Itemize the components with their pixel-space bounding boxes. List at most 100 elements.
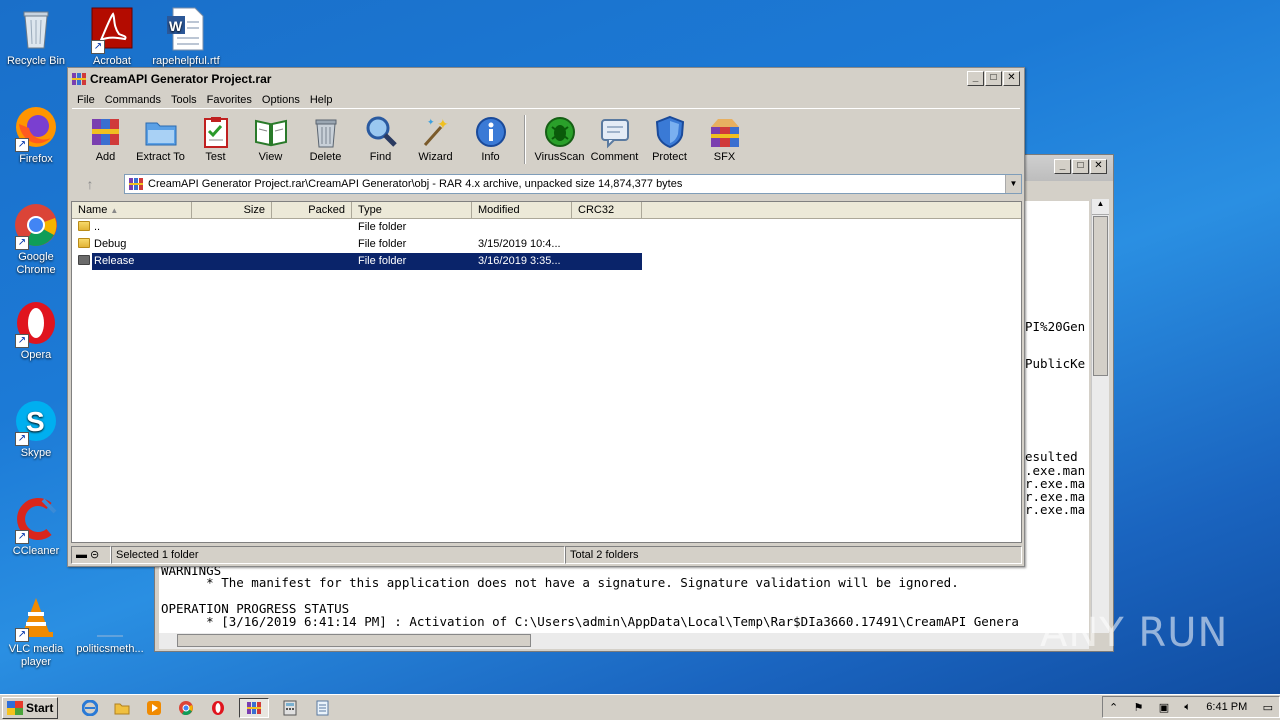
maximize-button[interactable]: □	[1072, 159, 1089, 174]
notepad-icon[interactable]	[311, 698, 333, 718]
horizontal-scroll-thumb[interactable]	[177, 634, 531, 647]
menu-commands[interactable]: Commands	[100, 94, 166, 106]
close-button[interactable]: ✕	[1090, 159, 1107, 174]
chrome-taskbar-icon[interactable]	[175, 698, 197, 718]
acrobat-icon: ↗	[89, 6, 135, 54]
calculator-icon[interactable]	[279, 698, 301, 718]
explorer-folder-icon[interactable]	[111, 698, 133, 718]
virusscan-button[interactable]: VirusScan	[532, 109, 587, 167]
desktop-icon-politicsmeth[interactable]: politicsmeth...	[74, 594, 146, 656]
magic-wand-icon: ✦ ✦	[419, 115, 453, 149]
volume-icon[interactable]: 🔈︎	[1184, 701, 1191, 714]
add-button[interactable]: Add	[78, 109, 133, 167]
network-icon[interactable]: ▣	[1159, 701, 1169, 714]
svg-text:✦: ✦	[437, 117, 449, 133]
column-header-packed[interactable]: Packed	[272, 202, 352, 218]
desktop-icon-label: VLC media player	[8, 643, 64, 668]
row-modified	[472, 219, 572, 236]
delete-button[interactable]: Delete	[298, 109, 353, 167]
firefox-icon: ↗	[13, 104, 59, 152]
desktop-icon-rtf-file[interactable]: W rapehelpful.rtf	[150, 6, 222, 68]
desktop-icon-label: politicsmeth...	[76, 643, 144, 655]
clock[interactable]: 6:41 PM	[1206, 701, 1247, 713]
menu-favorites[interactable]: Favorites	[202, 94, 257, 106]
table-row[interactable]: Debug File folder 3/15/2019 10:4...	[72, 236, 1021, 253]
toolbar-separator	[524, 115, 526, 164]
row-name: Debug	[72, 236, 352, 253]
desktop-icon-vlc[interactable]: ↗ VLC media player	[0, 594, 72, 669]
scroll-thumb[interactable]	[1093, 216, 1108, 376]
row-modified: 3/16/2019 3:35...	[478, 255, 561, 267]
chevron-down-icon[interactable]: ▼	[1005, 175, 1021, 193]
test-button[interactable]: Test	[188, 109, 243, 167]
opera-taskbar-icon[interactable]	[207, 698, 229, 718]
comment-button[interactable]: Comment	[587, 109, 642, 167]
table-row[interactable]: .. File folder	[72, 219, 1021, 236]
up-folder-icon[interactable]: ↑	[72, 176, 108, 192]
minimize-button[interactable]: _	[967, 71, 984, 86]
status-total: Total 2 folders	[565, 546, 1022, 564]
desktop-icon-firefox[interactable]: ↗ Firefox	[0, 104, 72, 166]
media-player-icon[interactable]	[143, 698, 165, 718]
sfx-button[interactable]: SFX	[697, 109, 752, 167]
svg-text:W: W	[169, 18, 183, 34]
close-button[interactable]: ✕	[1003, 71, 1020, 86]
svg-text:✦: ✦	[427, 118, 435, 128]
scroll-up-icon[interactable]: ▲	[1092, 199, 1109, 215]
desktop-icon-recycle-bin[interactable]: Recycle Bin	[0, 6, 72, 68]
winrar-app-icon	[72, 73, 86, 85]
chevron-up-icon[interactable]: ⌃	[1109, 701, 1118, 714]
column-header-size[interactable]: Size	[192, 202, 272, 218]
desktop-icon-ccleaner[interactable]: ↗ CCleaner	[0, 496, 72, 558]
column-header-crc32[interactable]: CRC32	[572, 202, 642, 218]
file-list[interactable]: Name ▲ Size Packed Type Modified CRC32 .…	[71, 201, 1022, 543]
shortcut-arrow-icon: ↗	[15, 530, 29, 544]
desktop-icon-skype[interactable]: S ↗ Skype	[0, 398, 72, 460]
sfx-box-icon	[708, 115, 742, 149]
test-clipboard-icon	[199, 115, 233, 149]
virus-bug-icon	[543, 115, 577, 149]
flag-icon[interactable]: ⚑	[1134, 701, 1144, 714]
desktop-icon-label: Recycle Bin	[6, 55, 66, 67]
extract-to-button[interactable]: Extract To	[133, 109, 188, 167]
table-row-selected[interactable]: Release File folder 3/16/2019 3:35...	[72, 253, 1021, 270]
drive-icon[interactable]: ▬ ⊝	[71, 546, 111, 564]
maximize-button[interactable]: □	[985, 71, 1002, 86]
anyrun-watermark: ANY RUN	[1040, 610, 1229, 656]
column-headers: Name ▲ Size Packed Type Modified CRC32	[72, 202, 1021, 219]
winrar-window[interactable]: CreamAPI Generator Project.rar _ □ ✕ Fil…	[67, 67, 1025, 567]
folder-icon	[78, 221, 90, 231]
row-type: File folder	[358, 255, 407, 267]
desktop-icon-opera[interactable]: ↗ Opera	[0, 300, 72, 362]
column-header-modified[interactable]: Modified	[472, 202, 572, 218]
show-desktop-icon[interactable]: ▭	[1263, 701, 1273, 714]
minimize-button[interactable]: _	[1054, 159, 1071, 174]
start-button[interactable]: Start	[2, 696, 59, 719]
shortcut-arrow-icon: ↗	[91, 40, 105, 54]
winrar-titlebar[interactable]: CreamAPI Generator Project.rar	[68, 68, 1024, 90]
horizontal-scrollbar[interactable]	[159, 633, 1089, 649]
protect-button[interactable]: Protect	[642, 109, 697, 167]
menu-options[interactable]: Options	[257, 94, 305, 106]
address-path-field[interactable]: CreamAPI Generator Project.rar\CreamAPI …	[124, 174, 1022, 194]
menu-file[interactable]: File	[72, 94, 100, 106]
menu-help[interactable]: Help	[305, 94, 338, 106]
log-line: PublicKe	[1025, 356, 1086, 371]
ie-icon[interactable]	[79, 698, 101, 718]
desktop-icon-chrome[interactable]: ↗ Google Chrome	[0, 202, 72, 277]
column-header-name[interactable]: Name ▲	[72, 202, 192, 218]
info-icon	[474, 115, 508, 149]
comment-icon	[598, 115, 632, 149]
desktop-icon-label: CCleaner	[12, 545, 60, 557]
log-line: * [3/16/2019 6:41:14 PM] : Activation of…	[161, 614, 1019, 629]
column-header-type[interactable]: Type	[352, 202, 472, 218]
view-button[interactable]: View	[243, 109, 298, 167]
wizard-button[interactable]: ✦ ✦ Wizard	[408, 109, 463, 167]
menu-tools[interactable]: Tools	[166, 94, 202, 106]
shortcut-arrow-icon: ↗	[15, 138, 29, 152]
desktop-icon-acrobat[interactable]: ↗ Acrobat	[76, 6, 148, 68]
vertical-scrollbar[interactable]: ▲	[1091, 199, 1109, 633]
find-button[interactable]: Find	[353, 109, 408, 167]
winrar-taskbar-icon[interactable]	[239, 697, 270, 718]
info-button[interactable]: Info	[463, 109, 518, 167]
